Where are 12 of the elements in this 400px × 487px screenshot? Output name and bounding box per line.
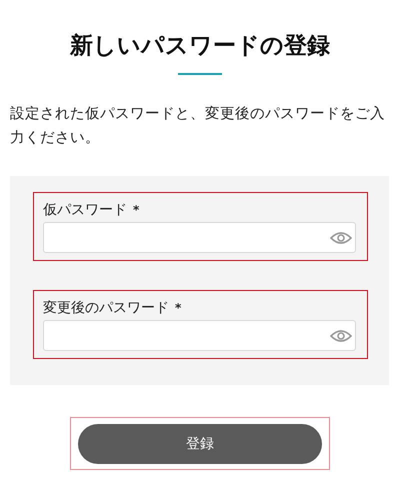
password-field[interactable] (43, 320, 356, 351)
password-field[interactable] (43, 222, 356, 253)
title-underline (178, 73, 222, 75)
field-label: 仮パスワード (43, 201, 127, 219)
eye-icon[interactable] (330, 328, 352, 342)
submit-button[interactable]: 登録 (78, 424, 322, 464)
required-mark: * (175, 301, 182, 315)
field-label: 変更後のパスワード (43, 299, 169, 317)
required-mark: * (133, 203, 140, 217)
page-title: 新しいパスワードの登録 (68, 32, 331, 61)
instruction-text: 設定された仮パスワードと、変更後のパスワードをご入力ください。 (10, 104, 386, 148)
eye-icon[interactable] (330, 230, 352, 244)
